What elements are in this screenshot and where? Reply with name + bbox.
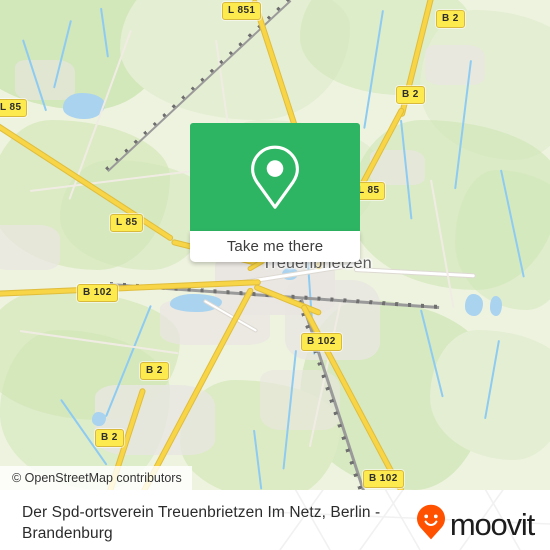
water-lake xyxy=(465,294,483,316)
road-shield[interactable]: L 85 xyxy=(0,99,28,117)
road-shield[interactable]: B 2 xyxy=(396,86,425,104)
map-attribution[interactable]: © OpenStreetMap contributors xyxy=(0,466,192,490)
callout-icon-area xyxy=(190,123,360,231)
moovit-map-screenshot: Treuenbrietzen L 851 B 2 B 2 L 85 L 85 B… xyxy=(0,0,550,550)
footer-bar: Der Spd-ortsverein Treuenbrietzen Im Net… xyxy=(0,490,550,550)
water-lake xyxy=(92,412,106,426)
road-shield[interactable]: L 85 xyxy=(110,214,144,232)
water-lake xyxy=(490,296,502,316)
landuse-residential xyxy=(0,225,60,270)
road-shield[interactable]: B 2 xyxy=(436,10,465,28)
take-me-there-label: Take me there xyxy=(226,238,324,255)
moovit-wordmark: moovit xyxy=(449,507,535,542)
take-me-there-button[interactable]: Take me there xyxy=(190,231,360,262)
landuse-residential xyxy=(425,45,485,85)
landuse-residential xyxy=(15,60,75,100)
road-shield[interactable]: B 2 xyxy=(140,362,169,380)
attribution-text: © OpenStreetMap contributors xyxy=(12,471,182,485)
map-canvas[interactable]: Treuenbrietzen L 851 B 2 B 2 L 85 L 85 B… xyxy=(0,0,550,490)
map-pin-icon xyxy=(248,144,302,210)
road-shield[interactable]: B 102 xyxy=(77,284,118,302)
location-callout-card[interactable]: Take me there xyxy=(190,123,360,262)
water-lake xyxy=(170,294,222,312)
road-shield[interactable]: B 102 xyxy=(301,333,342,351)
road-shield[interactable]: B 2 xyxy=(95,429,124,447)
moovit-brand[interactable]: moovit xyxy=(416,504,535,545)
road-shield[interactable]: L 851 xyxy=(222,2,262,20)
moovit-smiley-pin-icon xyxy=(416,504,446,545)
page-title: Der Spd-ortsverein Treuenbrietzen Im Net… xyxy=(22,504,381,542)
road-shield[interactable]: B 102 xyxy=(363,470,404,488)
